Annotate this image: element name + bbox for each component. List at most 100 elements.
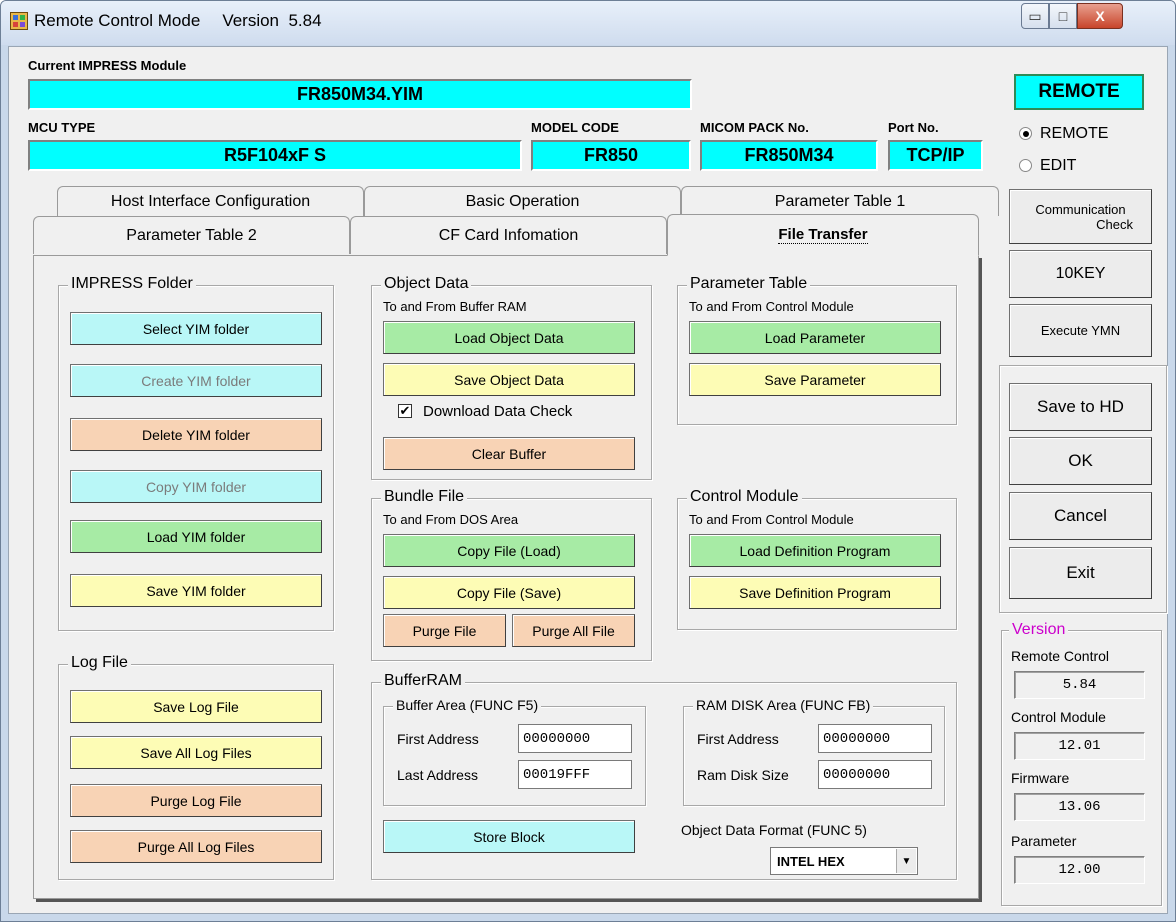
communication-check-button[interactable]: Communication Check — [1009, 189, 1152, 244]
tab-file-transfer[interactable]: File Transfer — [667, 214, 979, 256]
ok-button[interactable]: OK — [1009, 437, 1152, 485]
bundle-file-title: Bundle File — [381, 488, 468, 506]
remote-control-version-value: 5.84 — [1014, 671, 1145, 699]
store-block-button[interactable]: Store Block — [383, 820, 635, 853]
edit-radio-circle[interactable] — [1019, 159, 1032, 172]
object-format-value: INTEL HEX — [777, 853, 845, 869]
save-definition-program-button[interactable]: Save Definition Program — [689, 576, 941, 609]
load-object-data-button[interactable]: Load Object Data — [383, 321, 635, 354]
current-module-label: Current IMPRESS Module — [28, 58, 187, 73]
tab-parameter-table-2[interactable]: Parameter Table 2 — [33, 216, 350, 254]
log-file-title: Log File — [68, 654, 131, 672]
micom-pack-label: MICOM PACK No. — [700, 120, 809, 135]
purge-all-file-button[interactable]: Purge All File — [512, 614, 635, 647]
tab-cf-card[interactable]: CF Card Infomation — [350, 216, 667, 254]
remote-radio-label: REMOTE — [1040, 125, 1109, 142]
control-module-title: Control Module — [687, 488, 802, 506]
control-module-subtitle: To and From Control Module — [689, 512, 854, 527]
impress-folder-title: IMPRESS Folder — [68, 275, 196, 293]
exit-button[interactable]: Exit — [1009, 547, 1152, 599]
buffer-area-group — [383, 706, 646, 806]
execute-ymn-button[interactable]: Execute YMN — [1009, 304, 1152, 357]
create-yim-folder-button[interactable]: Create YIM folder — [70, 364, 322, 397]
ram-disk-size-label: Ram Disk Size — [697, 767, 789, 783]
load-parameter-button[interactable]: Load Parameter — [689, 321, 941, 354]
buffer-ram-title: BufferRAM — [381, 672, 465, 690]
mcu-type-field: R5F104xF S — [28, 140, 522, 171]
purge-log-file-button[interactable]: Purge Log File — [70, 784, 322, 817]
communication-check-label-1: Communication — [1035, 201, 1126, 217]
copy-file-save-button[interactable]: Copy File (Save) — [383, 576, 635, 609]
first-address-label: First Address — [397, 731, 479, 747]
close-button[interactable]: X — [1077, 3, 1123, 29]
object-data-subtitle: To and From Buffer RAM — [383, 299, 527, 314]
remote-control-version-label: Remote Control — [1011, 648, 1110, 664]
firmware-version-value: 13.06 — [1014, 793, 1145, 821]
save-log-file-button[interactable]: Save Log File — [70, 690, 322, 723]
select-yim-folder-button[interactable]: Select YIM folder — [70, 312, 322, 345]
edit-radio-label: EDIT — [1040, 157, 1077, 174]
download-data-check-label: Download Data Check — [423, 403, 573, 420]
window-title-label: Remote Control Mode — [34, 11, 201, 30]
minimize-button[interactable]: ▭ — [1021, 3, 1049, 29]
purge-file-button[interactable]: Purge File — [383, 614, 506, 647]
tab-basic-operation[interactable]: Basic Operation — [364, 186, 681, 216]
parameter-table-title: Parameter Table — [687, 275, 811, 293]
load-yim-folder-button[interactable]: Load YIM folder — [70, 520, 322, 553]
copy-file-load-button[interactable]: Copy File (Load) — [383, 534, 635, 567]
save-yim-folder-button[interactable]: Save YIM folder — [70, 574, 322, 607]
parameter-version-value: 12.00 — [1014, 856, 1145, 884]
model-code-label: MODEL CODE — [531, 120, 619, 135]
tab-host-interface[interactable]: Host Interface Configuration — [57, 186, 364, 216]
parameter-table-subtitle: To and From Control Module — [689, 299, 854, 314]
ram-first-address-input[interactable]: 00000000 — [818, 724, 932, 753]
micom-pack-field: FR850M34 — [700, 140, 878, 171]
maximize-button[interactable]: □ — [1049, 3, 1077, 29]
control-module-version-value: 12.01 — [1014, 732, 1145, 760]
last-address-label: Last Address — [397, 767, 478, 783]
ram-disk-title: RAM DISK Area (FUNC FB) — [693, 697, 874, 713]
save-all-log-files-button[interactable]: Save All Log Files — [70, 736, 322, 769]
save-parameter-button[interactable]: Save Parameter — [689, 363, 941, 396]
first-address-input[interactable]: 00000000 — [518, 724, 632, 753]
object-data-title: Object Data — [381, 275, 472, 293]
control-module-version-label: Control Module — [1011, 709, 1106, 725]
save-to-hd-button[interactable]: Save to HD — [1009, 383, 1152, 431]
buffer-area-title: Buffer Area (FUNC F5) — [393, 697, 542, 713]
ram-first-address-label: First Address — [697, 731, 779, 747]
model-code-field: FR850 — [531, 140, 691, 171]
window-title: Remote Control Mode Version 5.84 — [34, 11, 322, 31]
current-module-field: FR850M34.YIM — [28, 79, 692, 110]
save-object-data-button[interactable]: Save Object Data — [383, 363, 635, 396]
communication-check-label-2: Check — [1096, 216, 1133, 232]
purge-all-log-files-button[interactable]: Purge All Log Files — [70, 830, 322, 863]
remote-radio-circle[interactable] — [1019, 127, 1032, 140]
port-label: Port No. — [888, 120, 939, 135]
bundle-file-subtitle: To and From DOS Area — [383, 512, 519, 527]
cancel-button[interactable]: Cancel — [1009, 492, 1152, 540]
tenkey-button[interactable]: 10KEY — [1009, 250, 1152, 298]
window-version-label: Version 5.84 — [222, 11, 322, 30]
ram-disk-size-input[interactable]: 00000000 — [818, 760, 932, 789]
remote-radio[interactable]: REMOTE — [1019, 124, 1149, 144]
app-icon — [10, 12, 28, 30]
parameter-version-label: Parameter — [1011, 833, 1077, 849]
tab-file-transfer-label: File Transfer — [778, 226, 868, 244]
clear-buffer-button[interactable]: Clear Buffer — [383, 437, 635, 470]
object-format-select[interactable]: INTEL HEX ▼ — [770, 847, 918, 875]
last-address-input[interactable]: 00019FFF — [518, 760, 632, 789]
load-definition-program-button[interactable]: Load Definition Program — [689, 534, 941, 567]
tab-parameter-table-1[interactable]: Parameter Table 1 — [681, 186, 999, 216]
download-data-check-checkbox[interactable]: ✔ — [398, 404, 412, 418]
firmware-version-label: Firmware — [1011, 770, 1070, 786]
port-field: TCP/IP — [888, 140, 983, 171]
version-title: Version — [1009, 621, 1069, 639]
delete-yim-folder-button[interactable]: Delete YIM folder — [70, 418, 322, 451]
ram-disk-group — [683, 706, 945, 806]
object-format-label: Object Data Format (FUNC 5) — [681, 822, 867, 838]
edit-radio[interactable]: EDIT — [1019, 156, 1149, 176]
mcu-type-label: MCU TYPE — [28, 120, 96, 135]
mode-badge: REMOTE — [1014, 74, 1144, 110]
chevron-down-icon[interactable]: ▼ — [896, 849, 916, 873]
copy-yim-folder-button[interactable]: Copy YIM folder — [70, 470, 322, 503]
